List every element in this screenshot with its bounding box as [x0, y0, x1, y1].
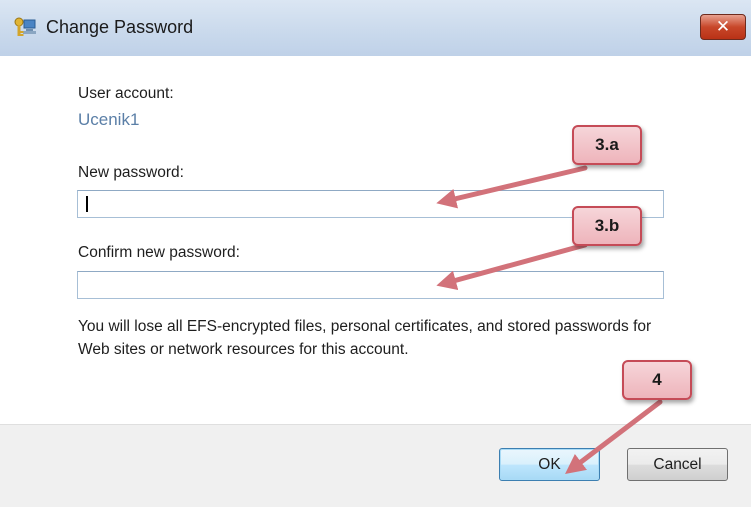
confirm-password-field[interactable]: [77, 271, 664, 299]
new-password-label: New password:: [78, 164, 184, 181]
user-account-value: Ucenik1: [78, 110, 140, 129]
close-button[interactable]: ✕: [700, 14, 746, 40]
efs-warning-text: You will lose all EFS-encrypted files, p…: [78, 318, 652, 358]
cancel-button[interactable]: Cancel: [627, 448, 728, 481]
text-caret: [86, 196, 88, 212]
callout-step-4: 4: [622, 360, 692, 400]
confirm-password-label: Confirm new password:: [78, 244, 240, 261]
user-account-label: User account:: [78, 85, 174, 102]
window-title: Change Password: [46, 17, 194, 37]
ok-button[interactable]: OK: [499, 448, 600, 481]
title-bar: Change Password ✕: [0, 0, 751, 56]
change-password-dialog: Change Password ✕ User account: Ucenik1 …: [0, 0, 751, 507]
callout-step-3b: 3.b: [572, 206, 642, 246]
key-computer-icon: [14, 17, 36, 36]
callout-step-3a: 3.a: [572, 125, 642, 165]
